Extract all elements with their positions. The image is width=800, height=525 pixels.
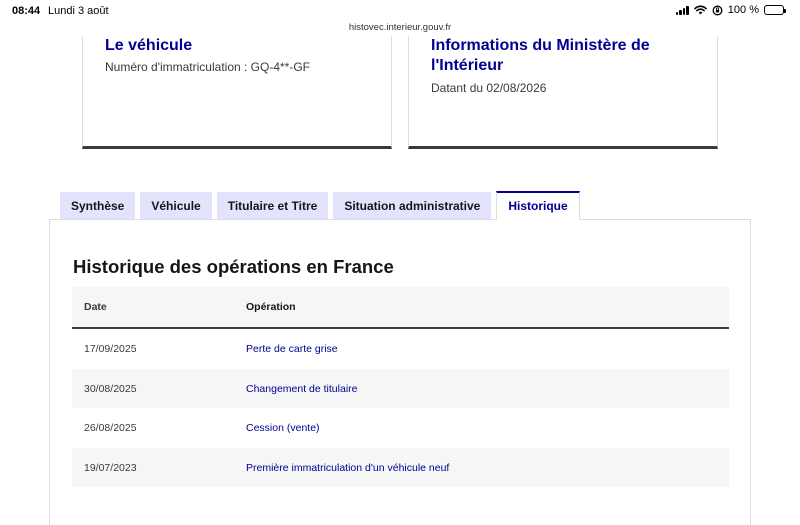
table-row: 30/08/2025 Changement de titulaire bbox=[72, 368, 729, 408]
tab-historique[interactable]: Historique bbox=[496, 191, 580, 220]
vehicle-card: Le véhicule Numéro d'immatriculation : G… bbox=[82, 36, 392, 149]
orientation-lock-icon bbox=[712, 5, 723, 15]
registration-number: Numéro d'immatriculation : GQ-4**-GF bbox=[105, 60, 311, 74]
row-operation-link[interactable]: Perte de carte grise bbox=[246, 343, 338, 355]
historique-panel: Historique des opérations en France Date… bbox=[49, 219, 751, 525]
vehicle-card-title: Le véhicule bbox=[105, 37, 193, 54]
table-row: 26/08/2025 Cession (vente) bbox=[72, 408, 729, 448]
tab-list: Synthèse Véhicule Titulaire et Titre Sit… bbox=[60, 191, 580, 220]
status-bar: 08:44 Lundi 3 août 100 % bbox=[0, 0, 800, 22]
history-table: Date Opération 17/09/2025 Perte de carte… bbox=[72, 287, 729, 487]
row-operation-link[interactable]: Cession (vente) bbox=[246, 422, 320, 434]
data-date: Datant du 02/08/2026 bbox=[431, 81, 547, 95]
tab-titulaire-et-titre[interactable]: Titulaire et Titre bbox=[216, 192, 329, 220]
tab-synthese[interactable]: Synthèse bbox=[60, 192, 136, 220]
ministry-card-title: Informations du Ministère de l'Intérieur bbox=[431, 37, 650, 74]
battery-icon bbox=[764, 5, 786, 15]
page: 08:44 Lundi 3 août 100 % histovec.interi… bbox=[0, 0, 800, 525]
history-title: Historique des opérations en France bbox=[73, 256, 394, 277]
row-date: 30/08/2025 bbox=[84, 382, 137, 395]
table-header: Date Opération bbox=[72, 287, 729, 329]
status-indicators: 100 % bbox=[675, 4, 786, 16]
row-date: 26/08/2025 bbox=[84, 422, 137, 434]
status-time: 08:44 bbox=[12, 5, 41, 17]
column-header-operation: Opération bbox=[246, 301, 296, 313]
column-header-date: Date bbox=[84, 301, 107, 313]
table-row: 17/09/2025 Perte de carte grise bbox=[72, 329, 729, 369]
ministry-card: Informations du Ministère de l'Intérieur… bbox=[408, 36, 718, 149]
tab-vehicule[interactable]: Véhicule bbox=[140, 192, 212, 220]
battery-percent: 100 % bbox=[727, 4, 759, 16]
tab-situation-administrative[interactable]: Situation administrative bbox=[333, 192, 492, 220]
row-operation-link[interactable]: Première immatriculation d'un véhicule n… bbox=[246, 462, 449, 474]
cellular-signal-icon bbox=[675, 5, 689, 15]
wifi-icon bbox=[693, 5, 707, 15]
table-row: 19/07/2023 Première immatriculation d'un… bbox=[72, 447, 729, 487]
row-operation-link[interactable]: Changement de titulaire bbox=[246, 383, 358, 395]
row-date: 17/09/2025 bbox=[84, 343, 137, 355]
row-date: 19/07/2023 bbox=[84, 461, 137, 474]
address-bar[interactable]: histovec.interieur.gouv.fr bbox=[0, 22, 800, 33]
status-date: Lundi 3 août bbox=[48, 5, 109, 17]
